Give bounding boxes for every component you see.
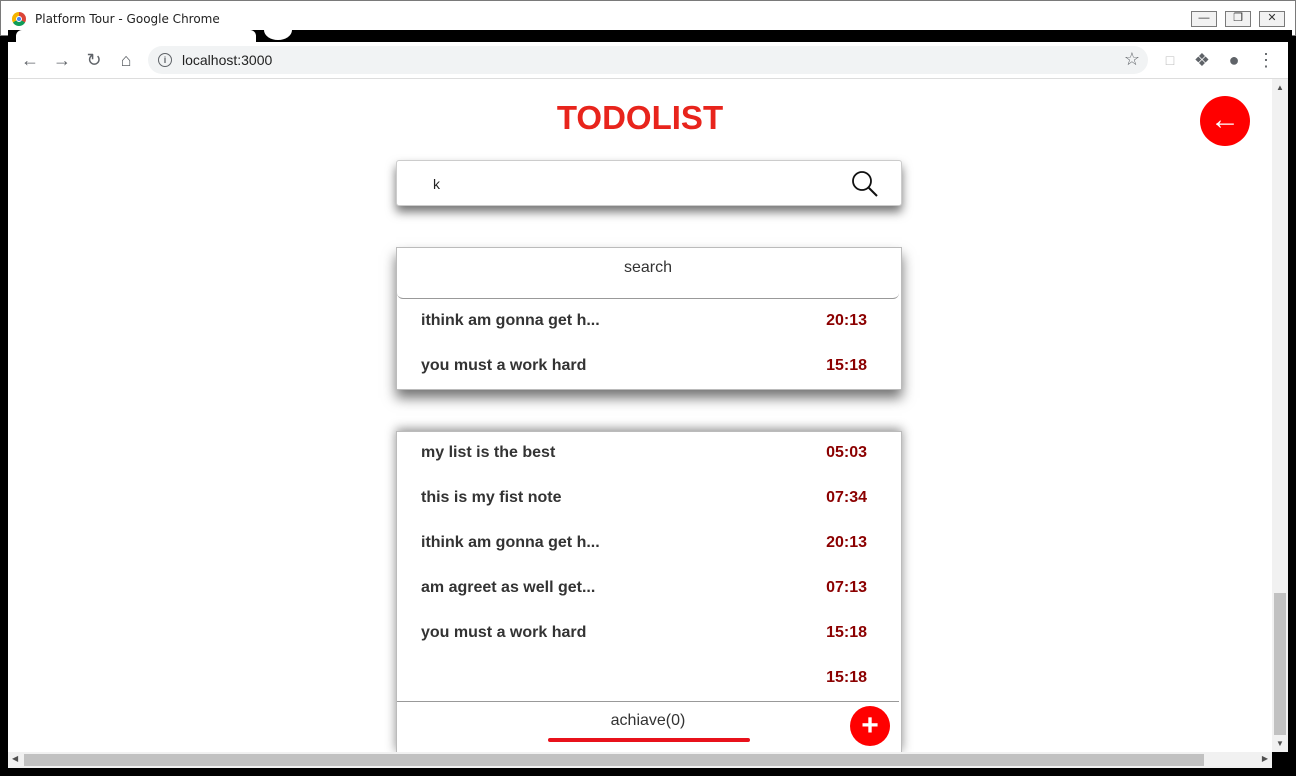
list-item[interactable]: 15:18 — [421, 669, 867, 691]
add-note-button[interactable]: + — [850, 706, 890, 746]
new-tab-button[interactable] — [264, 20, 292, 40]
list-item[interactable]: ithink am gonna get h... 20:13 — [421, 534, 867, 556]
plus-icon: + — [861, 709, 879, 742]
vertical-scrollbar[interactable]: ▲ ▼ — [1272, 79, 1288, 752]
note-text: ithink am gonna get h... — [421, 312, 600, 329]
minimize-button[interactable]: — — [1191, 11, 1217, 27]
notes-list-card: my list is the best 05:03 this is my fis… — [396, 431, 902, 752]
scroll-up-icon[interactable]: ▲ — [1276, 83, 1284, 92]
close-button[interactable]: ✕ — [1259, 11, 1285, 27]
window-title: Platform Tour - Google Chrome — [35, 12, 220, 26]
url-text: localhost:3000 — [182, 52, 273, 68]
horizontal-scroll-thumb[interactable] — [24, 754, 1204, 766]
forward-nav-icon[interactable]: → — [52, 50, 72, 70]
note-time: 07:34 — [826, 489, 867, 506]
profile-icon[interactable]: ● — [1224, 50, 1244, 70]
note-text: this is my fist note — [421, 489, 562, 506]
browser-toolbar: ← → ↻ ⌂ i localhost:3000 ☆ □ ❖ ● ⋮ — [8, 42, 1292, 79]
horizontal-scrollbar[interactable]: ◀ ▶ — [8, 752, 1272, 768]
bookmark-star-icon[interactable]: ☆ — [1124, 49, 1140, 70]
puzzle-icon[interactable]: ❖ — [1192, 50, 1212, 70]
back-nav-icon[interactable]: ← — [20, 50, 40, 70]
search-box[interactable]: k — [396, 160, 902, 206]
arrow-left-icon: ← — [1210, 103, 1240, 136]
note-time: 15:18 — [826, 669, 867, 686]
search-results-card: search ithink am gonna get h... 20:13 yo… — [396, 247, 902, 390]
note-time: 05:03 — [826, 444, 867, 461]
note-time: 20:13 — [826, 534, 867, 551]
note-text: you must a work hard — [421, 624, 587, 641]
scroll-right-icon[interactable]: ▶ — [1262, 754, 1268, 763]
reload-icon[interactable]: ↻ — [84, 50, 104, 70]
note-text: you must a work hard — [421, 357, 587, 374]
search-icon[interactable] — [851, 170, 879, 198]
extension-icon[interactable]: □ — [1160, 50, 1180, 70]
note-time: 15:18 — [826, 357, 867, 374]
back-button[interactable]: ← — [1200, 96, 1250, 146]
list-item[interactable]: am agreet as well get... 07:13 — [421, 579, 867, 601]
note-text: am agreet as well get... — [421, 579, 596, 596]
scroll-left-icon[interactable]: ◀ — [12, 754, 18, 763]
list-item[interactable]: my list is the best 05:03 — [421, 444, 867, 466]
note-text: ithink am gonna get h... — [421, 534, 600, 551]
search-results-header: search — [397, 248, 899, 299]
window-frame — [1288, 42, 1296, 776]
list-footer: achiave(0) + — [397, 701, 899, 752]
search-input[interactable]: k — [433, 176, 440, 192]
list-item[interactable]: you must a work hard 15:18 — [421, 624, 867, 646]
achieve-tab[interactable]: achiave(0) — [397, 712, 899, 730]
tab-active[interactable] — [16, 30, 256, 42]
chrome-logo-icon — [12, 12, 26, 26]
home-icon[interactable]: ⌂ — [116, 50, 136, 70]
vertical-scroll-thumb[interactable] — [1274, 593, 1286, 735]
list-item[interactable]: this is my fist note 07:34 — [421, 489, 867, 511]
address-bar[interactable]: i localhost:3000 ☆ — [148, 46, 1148, 74]
note-text: my list is the best — [421, 444, 556, 461]
list-item[interactable]: ithink am gonna get h... 20:13 — [421, 312, 867, 334]
list-item[interactable]: you must a work hard 15:18 — [421, 357, 867, 379]
page-title: TODOLIST — [556, 99, 724, 136]
note-time: 20:13 — [826, 312, 867, 329]
active-tab-indicator — [548, 738, 750, 742]
menu-kebab-icon[interactable]: ⋮ — [1256, 50, 1276, 70]
page-viewport: TODOLIST ← k search ithink am gonna get … — [8, 79, 1272, 752]
note-time: 07:13 — [826, 579, 867, 596]
scroll-down-icon[interactable]: ▼ — [1276, 739, 1284, 748]
info-icon[interactable]: i — [158, 53, 172, 67]
restore-button[interactable]: ❐ — [1225, 11, 1251, 27]
note-time: 15:18 — [826, 624, 867, 641]
